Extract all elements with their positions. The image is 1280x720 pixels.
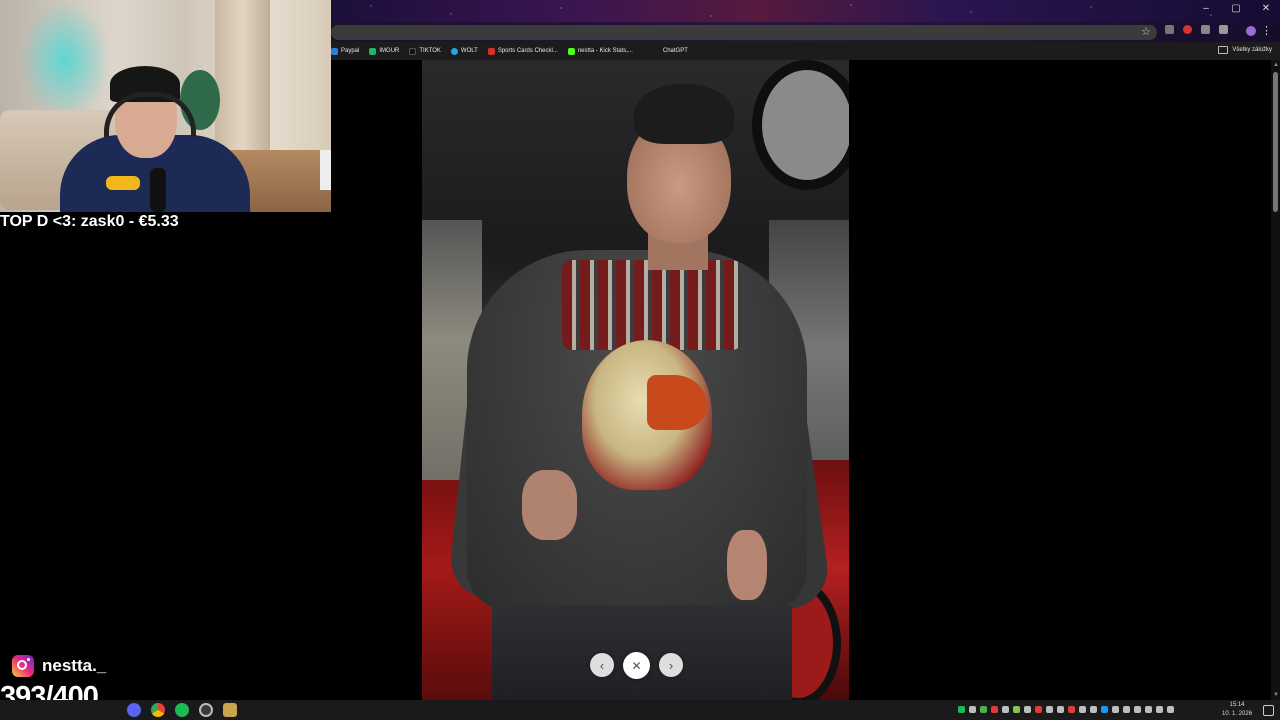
taskbar-clock[interactable]: 15:14 10. 1. 2026 (1222, 701, 1252, 719)
bookmark-item[interactable]: IMGUR (369, 47, 400, 55)
browser-title-bar: – ▢ ✕ (331, 0, 1280, 22)
all-bookmarks[interactable]: Všetky záložky (1218, 46, 1272, 54)
scrollbar[interactable]: ▲ ▼ (1271, 60, 1280, 700)
maximize-icon[interactable]: ▢ (1230, 3, 1242, 14)
tray-icon[interactable] (1079, 706, 1086, 713)
tray-icon[interactable] (991, 706, 998, 713)
clock-date: 10. 1. 2026 (1222, 711, 1253, 717)
tray-icon[interactable] (1134, 706, 1141, 713)
wifi-icon[interactable] (1156, 706, 1163, 713)
address-bar[interactable]: ☆ (331, 25, 1157, 40)
tray-icon[interactable] (1013, 706, 1020, 713)
previous-image-button[interactable]: ‹ (590, 653, 614, 677)
gmail-icon (487, 47, 495, 55)
paypal-icon (331, 47, 338, 55)
window-controls: – ▢ ✕ (1200, 3, 1272, 14)
profile-avatar-icon[interactable] (1246, 26, 1256, 36)
photo-hand (522, 470, 577, 540)
bookmark-item[interactable]: nestta - Kick Stats,... (567, 47, 633, 55)
extension-icons (1165, 25, 1228, 34)
lightbox-photo (422, 60, 849, 700)
close-lightbox-button[interactable]: ✕ (623, 652, 650, 679)
browser-menu-icon[interactable]: ⋮ (1261, 24, 1272, 37)
tray-icon[interactable] (1090, 706, 1097, 713)
tray-icon[interactable] (1057, 706, 1064, 713)
tray-icon[interactable] (1145, 706, 1152, 713)
tray-icon[interactable] (1024, 706, 1031, 713)
bookmark-item[interactable]: Sports Cards Checkl... (487, 47, 558, 55)
bookmark-item[interactable]: WOLT (450, 47, 478, 55)
all-bookmarks-label: Všetky záložky (1232, 47, 1272, 53)
chevron-left-icon: ‹ (599, 657, 605, 673)
tray-icon[interactable] (958, 706, 965, 713)
discord-icon[interactable] (127, 703, 141, 717)
minimize-icon[interactable]: – (1200, 3, 1212, 14)
photo-bandana (634, 84, 734, 144)
chevron-right-icon: › (668, 657, 674, 673)
bookmark-item[interactable]: Paypal (331, 47, 360, 55)
taskbar-apps (127, 703, 237, 717)
photo-tire (752, 60, 849, 190)
notification-icon[interactable] (1263, 705, 1274, 716)
tiktok-icon (409, 47, 417, 55)
tray-icon[interactable] (1046, 706, 1053, 713)
system-tray (958, 706, 1174, 713)
screen: – ▢ ✕ ☆ ⋮ Paypal IMGUR TIKTOK WOLT Sport… (0, 0, 1280, 720)
instagram-icon (12, 655, 34, 677)
tray-icon[interactable] (980, 706, 987, 713)
bookmark-item[interactable]: ChatGPT (652, 47, 688, 55)
tray-icon[interactable] (1035, 706, 1042, 713)
bookmarks-bar: Paypal IMGUR TIKTOK WOLT Sports Cards Ch… (331, 42, 1280, 60)
cam-led-light (20, 0, 110, 120)
volume-icon[interactable] (1167, 706, 1174, 713)
top-donation-text: TOP D <3: zask0 - €5.33 (0, 213, 179, 230)
bookmark-label: TIKTOK (419, 48, 441, 54)
tray-icon[interactable] (1112, 706, 1119, 713)
instagram-handle: nestta._ (42, 656, 107, 675)
kick-icon (567, 47, 575, 55)
tray-icon[interactable] (1101, 706, 1108, 713)
extension-icon[interactable] (1165, 25, 1174, 34)
bookmark-label: nestta - Kick Stats,... (577, 48, 633, 54)
scroll-thumb[interactable] (1273, 72, 1278, 212)
bookmark-star-icon[interactable]: ☆ (1141, 25, 1151, 38)
tray-icon[interactable] (1002, 706, 1009, 713)
league-icon[interactable] (223, 703, 237, 717)
bookmark-label: Paypal (341, 48, 360, 54)
close-icon: ✕ (631, 658, 642, 673)
imgur-icon (369, 47, 377, 55)
tray-icon[interactable] (969, 706, 976, 713)
spotify-icon[interactable] (175, 703, 189, 717)
tray-icon[interactable] (1068, 706, 1075, 713)
extensions-puzzle-icon[interactable] (1219, 25, 1228, 34)
bookmark-label: Sports Cards Checkl... (497, 48, 558, 54)
bookmark-item[interactable]: TIKTOK (409, 47, 441, 55)
tray-icon[interactable] (1123, 706, 1130, 713)
wolt-icon (450, 47, 458, 55)
bookmark-label: WOLT (460, 48, 478, 54)
bookmark-label: IMGUR (379, 48, 400, 54)
folder-icon (1218, 46, 1229, 54)
bookmark-label: ChatGPT (662, 48, 688, 54)
close-window-icon[interactable]: ✕ (1260, 3, 1272, 14)
chrome-icon[interactable] (151, 703, 165, 717)
scroll-up-icon[interactable]: ▲ (1273, 62, 1279, 68)
extension-icon[interactable] (1201, 25, 1210, 34)
address-row: ☆ ⋮ (331, 22, 1280, 42)
taskbar: 15:14 10. 1. 2026 (0, 700, 1280, 720)
chatgpt-icon (652, 47, 660, 55)
cam-jacket-patch (106, 176, 140, 190)
instagram-overlay: nestta._ (12, 655, 106, 677)
photo-shirt-lettering (562, 260, 742, 350)
scroll-down-icon[interactable]: ▼ (1273, 692, 1279, 698)
cam-microphone (150, 168, 166, 212)
next-image-button[interactable]: › (659, 653, 683, 677)
extension-icon[interactable] (1183, 25, 1192, 34)
webcam-feed (0, 0, 331, 212)
obs-icon[interactable] (199, 703, 213, 717)
photo-hand (727, 530, 767, 600)
clock-time: 15:14 (1229, 702, 1245, 708)
cam-glass (320, 150, 331, 190)
